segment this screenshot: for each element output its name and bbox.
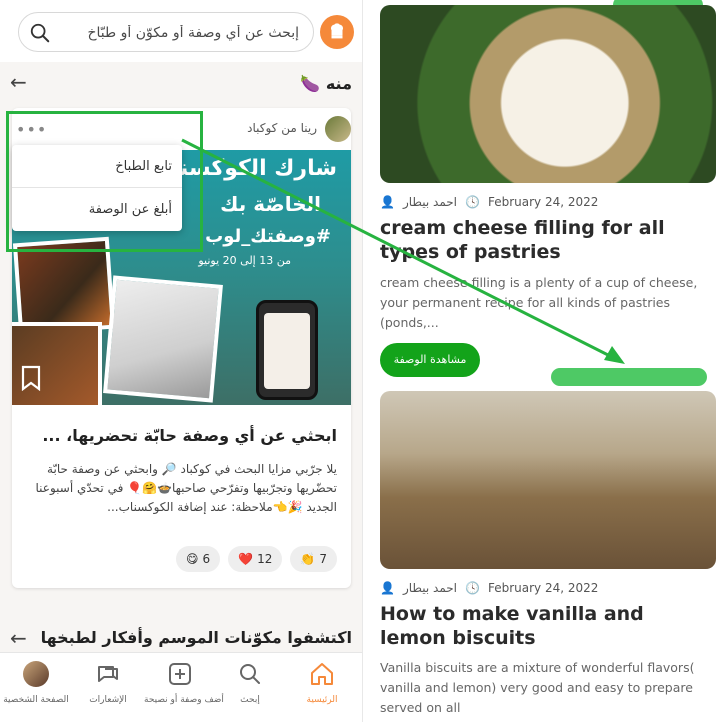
nav-label: الإشعارات bbox=[89, 695, 127, 705]
clock-icon: 🕓 bbox=[465, 581, 480, 595]
search-icon bbox=[240, 664, 260, 684]
post-image[interactable] bbox=[380, 391, 716, 569]
nav-home[interactable]: الرئيسية bbox=[286, 661, 358, 717]
nav-add-recipe[interactable]: أضف وصفة أو نصيحة bbox=[144, 661, 224, 717]
user-icon: 👤 bbox=[380, 581, 395, 595]
promo-text: الخاصّة بك bbox=[220, 192, 321, 216]
cookpad-app-panel: ← منه 🍆 رينا من كوكباد ••• شارك الكوكسنا… bbox=[0, 0, 362, 722]
arrow-left-icon[interactable]: ← bbox=[10, 70, 27, 94]
reaction-emoji: ❤️ bbox=[238, 552, 254, 566]
nav-label: إبحث bbox=[240, 695, 260, 705]
food-photo bbox=[12, 322, 102, 405]
more-dots-icon[interactable]: ••• bbox=[16, 120, 47, 139]
add-icon bbox=[169, 663, 191, 685]
food-photo bbox=[12, 236, 116, 336]
food-photo bbox=[103, 275, 223, 403]
section-title: اكتشفوا مكوّنات الموسم وأفكار لطبخها bbox=[40, 628, 352, 647]
post-date: February 24, 2022 bbox=[487, 195, 599, 209]
blog-panel: 👤 احمد بيطار 🕓 February 24, 2022 cream c… bbox=[362, 0, 720, 722]
post-excerpt: cream cheese filling is a plenty of a cu… bbox=[380, 275, 698, 330]
search-input[interactable] bbox=[65, 21, 299, 45]
reaction-chip[interactable]: 😋 6 bbox=[176, 546, 221, 572]
notifications-icon bbox=[98, 666, 118, 682]
reactions-row: 😋 6 ❤️ 12 👏 7 bbox=[176, 546, 337, 572]
section-title: منه 🍆 bbox=[300, 74, 352, 93]
post-title[interactable]: How to make vanilla and lemon biscuits bbox=[380, 602, 700, 650]
bookmark-icon[interactable] bbox=[20, 365, 42, 391]
author-name[interactable]: رينا من كوكباد bbox=[247, 121, 317, 135]
follow-cook-menu-item[interactable]: تابع الطباخ bbox=[12, 145, 182, 188]
user-icon: 👤 bbox=[380, 195, 395, 209]
section-header: ← منه 🍆 bbox=[0, 62, 362, 102]
view-recipe-button[interactable]: مشاهدة الوصفة bbox=[380, 343, 480, 377]
arrow-left-icon[interactable]: ← bbox=[10, 626, 27, 650]
recipe-description: يلا جرّبي مزايا البحث في كوكباد 🔎 وابحثي… bbox=[35, 462, 337, 514]
nav-label: أضف وصفة أو نصيحة bbox=[144, 695, 224, 705]
post-excerpt: Vanilla biscuits are a mixture of wonder… bbox=[380, 660, 695, 715]
phone-illustration bbox=[256, 300, 318, 400]
promo-dates: من 13 إلى 20 يونيو bbox=[198, 254, 291, 267]
post-author[interactable]: احمد بيطار bbox=[403, 581, 457, 595]
chef-hat-icon bbox=[330, 23, 344, 39]
nav-profile[interactable]: الصفحة الشخصية bbox=[0, 661, 72, 717]
clock-icon: 🕓 bbox=[465, 195, 480, 209]
nav-label: الرئيسية bbox=[306, 695, 338, 705]
phone-screen bbox=[264, 313, 310, 389]
search-bar[interactable] bbox=[18, 12, 314, 52]
nav-label: الصفحة الشخصية bbox=[3, 695, 69, 705]
bottom-navigation: الرئيسية إبحث أضف وصفة أو نصيحة الإشعارا… bbox=[0, 652, 362, 722]
reaction-chip[interactable]: 👏 7 bbox=[290, 546, 337, 572]
reaction-count: 6 bbox=[202, 552, 211, 566]
reaction-emoji: 👏 bbox=[300, 552, 316, 566]
cookpad-logo[interactable] bbox=[320, 15, 354, 49]
post-author[interactable]: احمد بيطار bbox=[403, 195, 457, 209]
post-meta: 👤 احمد بيطار 🕓 February 24, 2022 bbox=[380, 581, 598, 595]
reaction-chip[interactable]: ❤️ 12 bbox=[228, 546, 283, 572]
reaction-emoji: 😋 bbox=[186, 552, 199, 566]
post-image[interactable] bbox=[380, 5, 716, 183]
home-icon bbox=[311, 663, 333, 685]
report-recipe-menu-item[interactable]: أبلغ عن الوصفة bbox=[12, 188, 182, 231]
nav-notifications[interactable]: الإشعارات bbox=[72, 661, 144, 717]
post-title[interactable]: cream cheese filling for all types of pa… bbox=[380, 216, 700, 264]
top-bar bbox=[0, 0, 362, 62]
options-popup-menu: تابع الطباخ أبلغ عن الوصفة bbox=[12, 145, 182, 231]
post-date: February 24, 2022 bbox=[487, 581, 599, 595]
nav-search[interactable]: إبحث bbox=[214, 661, 286, 717]
profile-avatar bbox=[23, 661, 49, 687]
promo-hashtag: #وصفتك_لوب bbox=[205, 226, 331, 247]
author-row: رينا من كوكباد ••• bbox=[12, 116, 351, 144]
search-icon bbox=[30, 23, 50, 43]
author-avatar[interactable] bbox=[325, 116, 351, 142]
reaction-count: 12 bbox=[257, 552, 273, 566]
reaction-count: 7 bbox=[319, 552, 327, 566]
recipe-title[interactable]: ابحثي عن أي وصفة حابّة تحضريها، ... bbox=[25, 426, 337, 445]
redaction-scribble bbox=[551, 368, 707, 386]
post-meta: 👤 احمد بيطار 🕓 February 24, 2022 bbox=[380, 195, 598, 209]
